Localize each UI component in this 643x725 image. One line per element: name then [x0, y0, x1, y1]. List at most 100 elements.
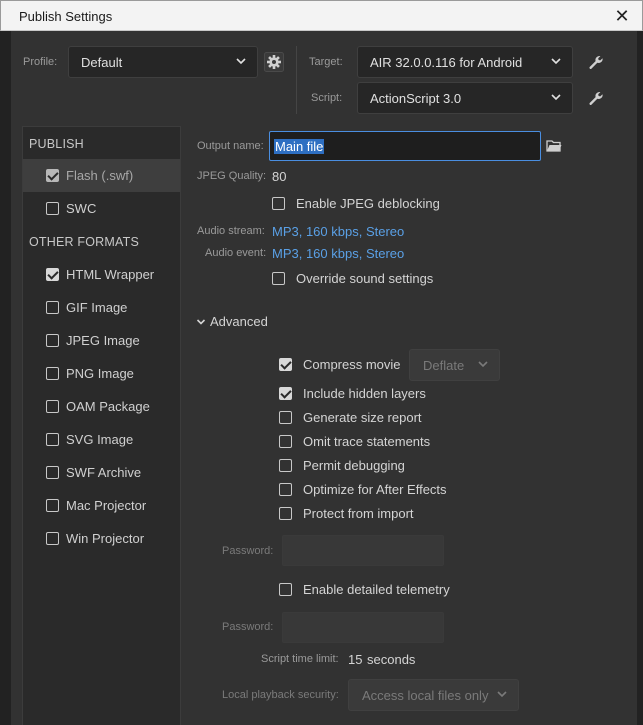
checkbox[interactable] [279, 507, 292, 520]
background-right-strip [637, 31, 643, 725]
audio-event-label: Audio event: [205, 247, 267, 259]
option-label: Permit debugging [303, 458, 405, 473]
password-input[interactable] [282, 535, 444, 566]
checkbox[interactable] [279, 387, 292, 400]
wrench-icon[interactable] [588, 90, 604, 106]
sidebar-item-flash[interactable]: Flash (.swf) [23, 159, 180, 192]
sidebar-item-swc[interactable]: SWC [23, 192, 180, 225]
title-bar: Publish Settings ✕ [0, 0, 643, 31]
option-label: Omit trace statements [303, 434, 431, 449]
enable-telemetry-checkbox[interactable]: Enable detailed telemetry [279, 581, 479, 599]
script-time-limit-unit: seconds [367, 652, 416, 667]
oam-checkbox[interactable] [46, 400, 59, 413]
sidebar-item-jpeg[interactable]: JPEG Image [23, 324, 180, 357]
output-name-value: Main file [274, 139, 325, 154]
checkbox[interactable] [279, 435, 292, 448]
option-label: Optimize for After Effects [303, 482, 447, 497]
compress-movie-checkbox[interactable]: Compress movie [279, 356, 401, 374]
advanced-toggle[interactable]: Advanced [196, 313, 286, 331]
permit-debugging-checkbox[interactable]: Permit debugging [279, 457, 479, 475]
checkbox[interactable] [279, 483, 292, 496]
audio-stream-link[interactable]: MP3, 160 kbps, Stereo [272, 224, 404, 239]
advanced-label: Advanced [210, 314, 268, 329]
jpeg-checkbox[interactable] [46, 334, 59, 347]
sidebar-item-svg[interactable]: SVG Image [23, 423, 180, 456]
checkbox[interactable] [279, 358, 292, 371]
local-playback-dropdown[interactable]: Access local files only [348, 679, 519, 711]
gif-checkbox[interactable] [46, 301, 59, 314]
output-name-input[interactable]: Main file [269, 131, 541, 161]
svg-checkbox[interactable] [46, 433, 59, 446]
override-sound-label: Override sound settings [296, 271, 434, 286]
override-sound-checkbox[interactable]: Override sound settings [272, 270, 452, 288]
generate-size-report-checkbox[interactable]: Generate size report [279, 409, 479, 427]
swf-archive-checkbox[interactable] [46, 466, 59, 479]
telemetry-label: Enable detailed telemetry [303, 582, 450, 597]
sidebar-item-label: GIF Image [66, 300, 128, 315]
format-sidebar: PUBLISH Flash (.swf) SWC OTHER FORMATS H… [22, 126, 181, 725]
local-playback-value: Access local files only [362, 688, 489, 703]
checkbox[interactable] [279, 411, 292, 424]
script-time-limit-label: Script time limit: [261, 653, 339, 665]
checkbox[interactable] [279, 459, 292, 472]
sidebar-item-label: Win Projector [66, 531, 145, 546]
sidebar-item-html-wrapper[interactable]: HTML Wrapper [23, 258, 180, 291]
swc-checkbox[interactable] [46, 202, 59, 215]
option-label: Protect from import [303, 506, 414, 521]
password-label: Password: [222, 545, 274, 557]
chevron-down-icon [549, 90, 563, 104]
close-icon[interactable]: ✕ [610, 5, 634, 27]
html-wrapper-checkbox[interactable] [46, 268, 59, 281]
win-projector-checkbox[interactable] [46, 532, 59, 545]
divider [296, 46, 297, 114]
sidebar-item-mac-projector[interactable]: Mac Projector [23, 489, 180, 522]
png-checkbox[interactable] [46, 367, 59, 380]
option-label: Generate size report [303, 410, 422, 425]
jpeg-quality-value[interactable]: 80 [272, 169, 286, 184]
sidebar-item-label: PNG Image [66, 366, 134, 381]
flash-checkbox[interactable] [46, 169, 59, 182]
checkbox[interactable] [272, 197, 285, 210]
chevron-down-icon [549, 54, 563, 68]
checkbox[interactable] [279, 583, 292, 596]
telemetry-password-label: Password: [222, 621, 274, 633]
telemetry-password-input[interactable] [282, 612, 444, 643]
target-dropdown[interactable]: AIR 32.0.0.116 for Android [357, 46, 573, 78]
output-name-label: Output name: [197, 140, 264, 152]
audio-stream-label: Audio stream: [197, 225, 265, 237]
protect-from-import-checkbox[interactable]: Protect from import [279, 505, 479, 523]
publish-header: PUBLISH [29, 137, 84, 151]
option-label: Include hidden layers [303, 386, 426, 401]
audio-event-link[interactable]: MP3, 160 kbps, Stereo [272, 246, 404, 261]
sidebar-item-label: SVG Image [66, 432, 134, 447]
sidebar-item-gif[interactable]: GIF Image [23, 291, 180, 324]
gear-icon[interactable] [264, 52, 284, 72]
compression-method-value: Deflate [423, 358, 465, 373]
target-label: Target: [309, 56, 343, 68]
mac-projector-checkbox[interactable] [46, 499, 59, 512]
include-hidden-layers-checkbox[interactable]: Include hidden layers [279, 385, 479, 403]
script-dropdown[interactable]: ActionScript 3.0 [357, 82, 573, 114]
sidebar-item-label: SWC [66, 201, 97, 216]
folder-icon[interactable] [546, 139, 562, 153]
local-playback-label: Local playback security: [222, 689, 339, 701]
sidebar-item-oam[interactable]: OAM Package [23, 390, 180, 423]
checkbox[interactable] [272, 272, 285, 285]
sidebar-item-label: HTML Wrapper [66, 267, 155, 282]
chevron-down-icon [476, 357, 490, 371]
profile-label: Profile: [23, 56, 58, 68]
script-time-limit-value[interactable]: 15 [348, 652, 362, 667]
other-formats-header: OTHER FORMATS [29, 235, 140, 249]
compression-method-dropdown[interactable]: Deflate [409, 349, 500, 381]
profile-value: Default [81, 55, 123, 70]
script-label: Script: [311, 92, 343, 104]
profile-dropdown[interactable]: Default [68, 46, 258, 78]
sidebar-item-swf-archive[interactable]: SWF Archive [23, 456, 180, 489]
sidebar-item-png[interactable]: PNG Image [23, 357, 180, 390]
sidebar-item-label: SWF Archive [66, 465, 142, 480]
jpeg-deblocking-checkbox[interactable]: Enable JPEG deblocking [272, 195, 452, 213]
optimize-after-effects-checkbox[interactable]: Optimize for After Effects [279, 481, 479, 499]
wrench-icon[interactable] [588, 54, 604, 70]
omit-trace-statements-checkbox[interactable]: Omit trace statements [279, 433, 479, 451]
sidebar-item-win-projector[interactable]: Win Projector [23, 522, 180, 555]
